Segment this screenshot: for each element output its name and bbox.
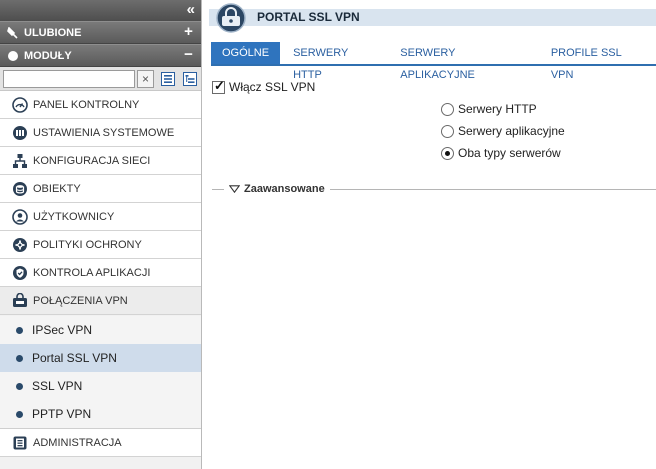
sidebar-item-users[interactable]: UŻYTKOWNICY (0, 203, 201, 231)
modules-label: MODUŁY (24, 49, 72, 62)
sidebar-item-policies[interactable]: POLITYKI OCHRONY (0, 231, 201, 259)
radio-http-servers[interactable] (441, 102, 454, 116)
radio-application-servers[interactable] (441, 124, 454, 138)
sidebar-item-objects[interactable]: OBIEKTY (0, 175, 201, 203)
radio-label: Serwery HTTP (458, 102, 537, 116)
sidebar-subitem-label: IPSec VPN (32, 323, 93, 337)
bullet-icon (16, 410, 23, 418)
sidebar-item-label: KONTROLA APLIKACJI (33, 266, 151, 279)
enable-ssl-vpn-label: Włącz SSL VPN (229, 80, 316, 94)
divider (329, 188, 656, 190)
radio-http-servers-row[interactable]: Serwery HTTP (441, 102, 537, 116)
add-favorite-icon[interactable]: + (182, 24, 195, 39)
radio-label: Serwery aplikacyjne (458, 124, 565, 138)
system-settings-icon (12, 125, 28, 141)
user-icon (12, 208, 28, 225)
module-search-row: × (0, 67, 201, 91)
tab-application-servers[interactable]: SERWERY APLIKACYJNE (389, 42, 538, 81)
sidebar-item-administration[interactable]: ADMINISTRACJA (0, 429, 201, 457)
sidebar-item-vpn[interactable]: POŁĄCZENIA VPN (0, 287, 201, 315)
collapse-modules-icon[interactable]: − (182, 47, 195, 62)
divider (212, 188, 224, 190)
radio-both-servers-row[interactable]: Oba typy serwerów (441, 146, 561, 160)
main-panel: PORTAL SSL VPN OGÓLNE SERWERY HTTP SERWE… (203, 0, 656, 469)
vpn-icon (12, 292, 28, 309)
sidebar-item-label: ADMINISTRACJA (33, 436, 122, 449)
bullet-icon (16, 326, 23, 334)
radio-application-servers-row[interactable]: Serwery aplikacyjne (441, 124, 565, 138)
sidebar-item-label: POŁĄCZENIA VPN (33, 294, 128, 307)
list-view-icon[interactable] (159, 70, 176, 88)
bullet-icon (16, 382, 23, 390)
sidebar-item-network[interactable]: KONFIGURACJA SIECI (0, 147, 201, 175)
sidebar-item-label: UŻYTKOWNICY (33, 210, 115, 223)
sidebar-subitem-portal-ssl-vpn[interactable]: Portal SSL VPN (0, 344, 201, 372)
admin-icon (12, 435, 28, 451)
tab-general[interactable]: OGÓLNE (211, 42, 281, 64)
lock-badge-icon (215, 3, 247, 33)
collapse-sidebar-icon[interactable]: « (187, 1, 195, 19)
network-icon (12, 153, 28, 169)
advanced-label: Zaawansowane (244, 183, 325, 195)
tree-view-icon[interactable] (181, 70, 198, 88)
tab-http-servers[interactable]: SERWERY HTTP (282, 42, 387, 81)
expand-triangle-icon[interactable] (229, 185, 240, 193)
modules-header[interactable]: MODUŁY − (0, 44, 201, 67)
sidebar-item-label: USTAWIENIA SYSTEMOWE (33, 126, 175, 139)
shield-icon (12, 265, 28, 281)
tab-bar: OGÓLNE SERWERY HTTP SERWERY APLIKACYJNE … (211, 42, 656, 81)
sidebar-item-dashboard[interactable]: PANEL KONTROLNY (0, 91, 201, 119)
policy-icon (12, 237, 28, 253)
favorites-label: ULUBIONE (24, 26, 82, 39)
sidebar-subitem-ssl-vpn[interactable]: SSL VPN (0, 372, 201, 400)
sidebar-subitem-label: PPTP VPN (32, 407, 92, 421)
module-icon (7, 50, 19, 62)
sidebar-subitem-label: Portal SSL VPN (32, 351, 117, 365)
radio-label: Oba typy serwerów (458, 146, 561, 160)
sidebar-subitem-ipsec-vpn[interactable]: IPSec VPN (0, 316, 201, 344)
sidebar-item-label: OBIEKTY (33, 182, 81, 195)
sidebar-item-label: PANEL KONTROLNY (33, 98, 140, 111)
enable-ssl-vpn-row[interactable]: ✓ Włącz SSL VPN (212, 77, 316, 94)
bullet-icon (16, 354, 23, 362)
radio-both-servers[interactable] (441, 146, 454, 160)
sidebar-item-app-control[interactable]: KONTROLA APLIKACJI (0, 259, 201, 287)
enable-ssl-vpn-checkbox[interactable]: ✓ (212, 77, 225, 94)
sidebar-item-label: KONFIGURACJA SIECI (33, 154, 151, 167)
pin-icon (7, 26, 19, 39)
favorites-header[interactable]: ULUBIONE + (0, 21, 201, 44)
database-icon (12, 181, 28, 197)
page-title-bar: PORTAL SSL VPN (203, 0, 656, 36)
checkmark-icon: ✓ (214, 77, 225, 93)
vpn-submenu: IPSec VPN Portal SSL VPN SSL VPN PPTP VP… (0, 315, 201, 429)
page-title: PORTAL SSL VPN (257, 10, 360, 24)
sidebar-item-system-settings[interactable]: USTAWIENIA SYSTEMOWE (0, 119, 201, 147)
sidebar: « ULUBIONE + MODUŁY − × PANEL KONTROLNY (0, 0, 202, 469)
sidebar-collapse-bar: « (0, 0, 201, 21)
sidebar-subitem-pptp-vpn[interactable]: PPTP VPN (0, 400, 201, 428)
dashboard-icon (12, 96, 28, 113)
clear-search-button[interactable]: × (137, 69, 154, 88)
tab-ssl-vpn-profiles[interactable]: PROFILE SSL VPN (540, 42, 654, 81)
module-search-input[interactable] (3, 69, 135, 88)
sidebar-item-label: POLITYKI OCHRONY (33, 238, 142, 251)
advanced-section-toggle[interactable]: Zaawansowane (212, 182, 656, 196)
sidebar-subitem-label: SSL VPN (32, 379, 83, 393)
